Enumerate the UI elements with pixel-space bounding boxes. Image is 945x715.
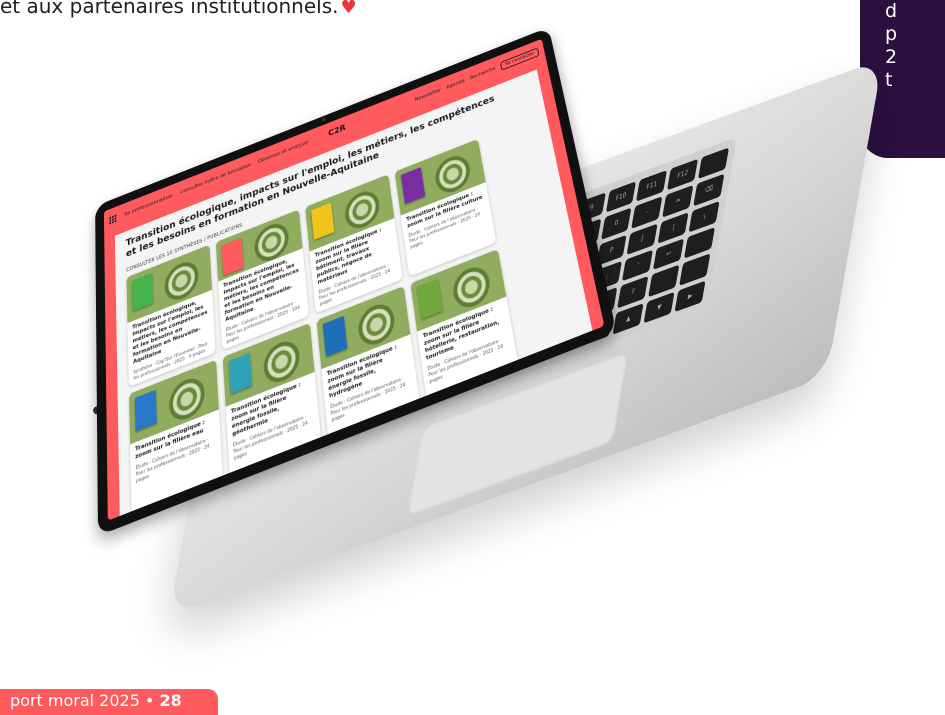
publication-cover <box>221 237 244 276</box>
keyboard-key[interactable]: = <box>662 185 694 218</box>
publication-card[interactable]: Transition écologique : zoom sur la fili… <box>222 322 322 477</box>
keyboard-key[interactable]: - <box>631 196 663 229</box>
keyboard-key[interactable]: ⌫ <box>693 174 725 206</box>
publication-card[interactable]: Transition écologique : zoom sur la fili… <box>129 359 223 515</box>
site-logo[interactable]: C2R <box>328 123 346 138</box>
publication-cover <box>134 389 157 432</box>
keyboard-key[interactable]: F11 <box>636 170 668 202</box>
keyboard-key[interactable] <box>698 147 730 180</box>
publication-cover <box>416 278 443 320</box>
side-callout-line: p <box>885 23 898 45</box>
side-callout-text: dp2t <box>885 0 897 92</box>
keyboard-key[interactable]: F10 <box>605 181 637 214</box>
publication-cover <box>322 315 348 357</box>
heart-icon: ♥ <box>340 0 357 18</box>
nav-newsletter[interactable]: Newsletter <box>414 88 441 103</box>
page-intro-text: et aux partenaires institutionnels. ♥ <box>0 0 357 18</box>
nav-recherche[interactable]: Recherche <box>470 66 496 81</box>
side-callout-line: t <box>885 69 893 91</box>
camera-icon <box>321 117 326 122</box>
nav-agenda[interactable]: Agenda <box>446 78 465 90</box>
apps-grid-icon[interactable] <box>109 214 117 225</box>
side-callout-line: 2 <box>885 46 898 68</box>
keyboard-key[interactable] <box>679 253 711 286</box>
publication-card[interactable]: Transition écologique : zoom sur la fili… <box>316 286 420 438</box>
keyboard-key[interactable]: 0 <box>600 207 632 240</box>
publication-cover <box>311 202 335 240</box>
publication-card[interactable]: Transition écologique : zoom sur la fili… <box>410 249 519 400</box>
publication-cover <box>228 352 252 395</box>
keyboard-key[interactable]: ⇧ <box>617 276 649 308</box>
publication-cover <box>400 167 426 205</box>
keyboard-key[interactable] <box>648 264 680 297</box>
footer-page-tab: port moral 2025 • 28 <box>0 689 218 715</box>
side-callout-line: d <box>885 0 898 22</box>
publication-cover <box>132 273 153 312</box>
keyboard-key[interactable]: F12 <box>667 158 699 191</box>
